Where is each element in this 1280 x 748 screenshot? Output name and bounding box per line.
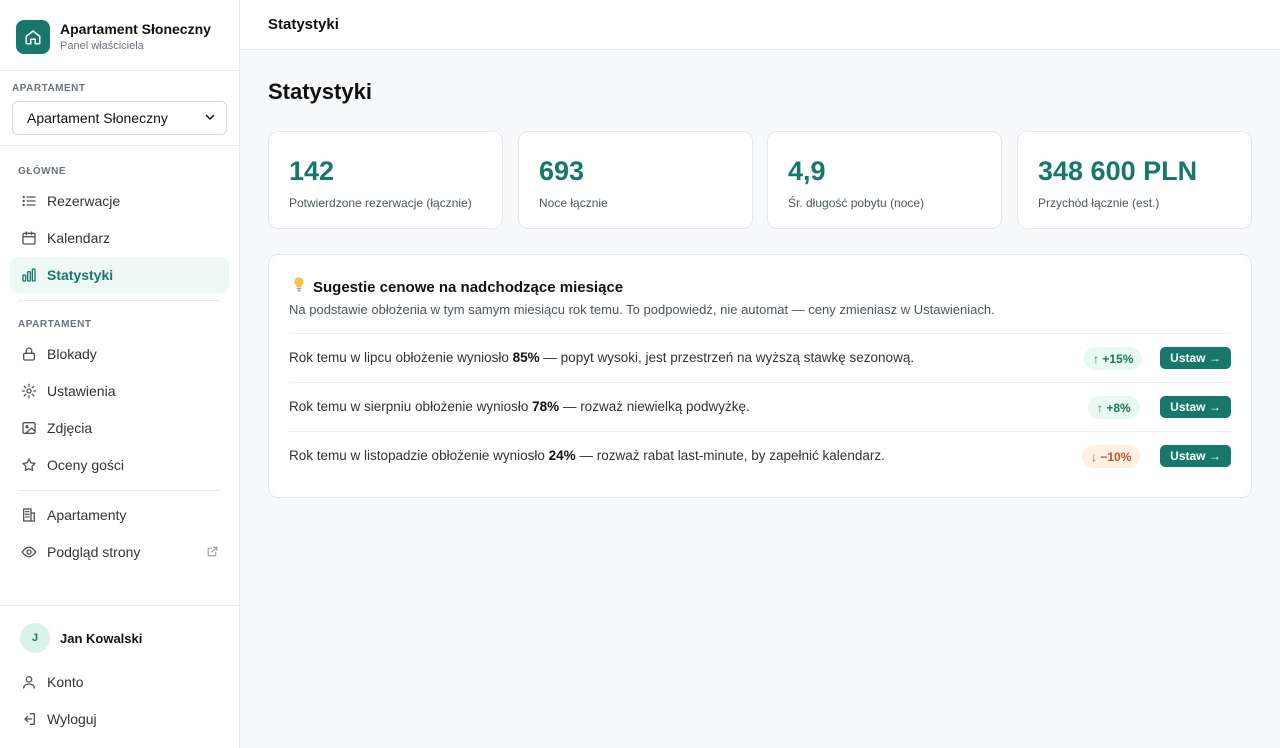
pricing-suggestions-panel: Sugestie cenowe na nadchodzące miesiące … — [268, 254, 1252, 498]
panel-title: Sugestie cenowe na nadchodzące miesiące — [313, 278, 624, 296]
sidebar-item-label: Podgląd strony — [47, 544, 141, 560]
stat-card-nights: 693 Noce łącznie — [518, 131, 753, 229]
stat-label: Potwierdzone rezerwacje (łącznie) — [289, 196, 472, 210]
suggestion-text: Rok temu w sierpniu obłożenie wyniosło 7… — [289, 399, 750, 414]
sidebar-item-label: Apartamenty — [47, 507, 127, 523]
divider — [0, 605, 239, 606]
stat-card-avg-stay: 4,9 Śr. długość pobytu (noce) — [767, 131, 1002, 229]
sidebar-item-label: Wyloguj — [47, 711, 97, 727]
set-price-button[interactable]: Ustaw → — [1160, 396, 1231, 418]
lock-icon — [20, 345, 38, 363]
sidebar-item-settings[interactable]: Ustawienia — [10, 373, 229, 409]
topbar-title: Statystyki — [268, 16, 339, 33]
sidebar-item-label: Ustawienia — [47, 383, 116, 399]
sidebar: Apartament Słoneczny Panel właściciela A… — [0, 0, 240, 748]
suggestion-suffix: — rozważ rabat last-minute, by zapełnić … — [579, 448, 885, 463]
suggestion-prefix: Rok temu w sierpniu obłożenie wyniosło — [289, 399, 529, 414]
brand[interactable]: Apartament Słoneczny Panel właściciela — [16, 20, 211, 54]
stat-value: 142 — [289, 156, 335, 186]
page-title: Statystyki — [268, 79, 372, 104]
lightbulb-icon — [291, 276, 307, 298]
home-icon — [16, 20, 50, 54]
building-icon — [20, 506, 38, 524]
occupancy-percent: 24% — [548, 448, 576, 463]
brand-title: Apartament Słoneczny — [60, 21, 211, 37]
change-badge-down: ↓ −10% — [1082, 445, 1141, 468]
sidebar-item-calendar[interactable]: Kalendarz — [10, 220, 229, 256]
sidebar-item-site-preview[interactable]: Podgląd strony — [10, 534, 229, 570]
external-link-icon — [206, 545, 219, 561]
suggestion-row: Rok temu w lipcu obłożenie wyniosło 85% … — [289, 333, 1231, 382]
sidebar-item-reservations[interactable]: Rezerwacje — [10, 183, 229, 219]
sidebar-item-label: Konto — [47, 674, 84, 690]
suggestion-text: Rok temu w lipcu obłożenie wyniosło 85% … — [289, 350, 914, 365]
image-icon — [20, 419, 38, 437]
suggestion-row: Rok temu w sierpniu obłożenie wyniosło 7… — [289, 382, 1231, 431]
occupancy-percent: 78% — [532, 399, 560, 414]
stat-value: 348 600 PLN — [1038, 156, 1198, 186]
set-price-button[interactable]: Ustaw → — [1160, 445, 1231, 467]
sidebar-item-photos[interactable]: Zdjęcia — [10, 410, 229, 446]
occupancy-percent: 85% — [512, 350, 540, 365]
apartment-select-value: Apartament Słoneczny — [27, 110, 168, 126]
stat-value: 4,9 — [788, 156, 826, 186]
sidebar-item-reviews[interactable]: Oceny gości — [10, 447, 229, 483]
suggestion-text: Rok temu w listopadzie obłożenie wyniosł… — [289, 448, 885, 463]
sidebar-item-label: Zdjęcia — [47, 420, 93, 436]
section-label-apartment: APARTAMENT — [18, 319, 92, 330]
set-price-button[interactable]: Ustaw → — [1160, 347, 1231, 369]
eye-icon — [20, 543, 38, 561]
user-icon — [20, 673, 38, 691]
logout-icon — [20, 710, 38, 728]
stat-value: 693 — [539, 156, 585, 186]
topbar: Statystyki — [240, 0, 1280, 50]
sidebar-item-blocks[interactable]: Blokady — [10, 336, 229, 372]
change-badge-up: ↑ +8% — [1088, 396, 1140, 419]
sidebar-item-label: Kalendarz — [47, 230, 111, 246]
sidebar-item-label: Rezerwacje — [47, 193, 121, 209]
suggestion-prefix: Rok temu w listopadzie obłożenie wyniosł… — [289, 448, 545, 463]
suggestion-prefix: Rok temu w lipcu obłożenie wyniosło — [289, 350, 509, 365]
avatar: J — [20, 623, 50, 653]
stat-label: Śr. długość pobytu (noce) — [788, 196, 925, 210]
section-label-main: GŁÓWNE — [18, 166, 66, 177]
sidebar-item-logout[interactable]: Wyloguj — [10, 701, 229, 737]
divider — [0, 145, 239, 146]
suggestion-row: Rok temu w listopadzie obłożenie wyniosł… — [289, 431, 1231, 480]
suggestion-suffix: — popyt wysoki, jest przestrzeń na wyższ… — [543, 350, 915, 365]
panel-subtitle: Na podstawie obłożenia w tym samym miesi… — [289, 302, 995, 317]
stat-card-revenue: 348 600 PLN Przychód łącznie (est.) — [1017, 131, 1252, 229]
sidebar-item-statistics[interactable]: Statystyki — [10, 257, 229, 293]
bar-chart-icon — [20, 266, 38, 284]
user-name: Jan Kowalski — [60, 630, 143, 646]
list-icon — [20, 192, 38, 210]
apartment-select[interactable]: Apartament Słoneczny — [12, 101, 227, 135]
divider — [0, 70, 239, 71]
divider — [18, 300, 221, 301]
calendar-icon — [20, 229, 38, 247]
brand-subtitle: Panel właściciela — [60, 40, 144, 52]
stat-label: Noce łącznie — [539, 196, 608, 210]
sidebar-item-label: Blokady — [47, 346, 97, 362]
suggestion-suffix: — rozważ niewielką podwyżkę. — [562, 399, 750, 414]
chevron-down-icon — [204, 110, 216, 126]
user-profile: J Jan Kowalski — [20, 623, 142, 653]
sidebar-item-label: Oceny gości — [47, 457, 125, 473]
divider — [18, 490, 221, 491]
stat-card-reservations: 142 Potwierdzone rezerwacje (łącznie) — [268, 131, 503, 229]
star-icon — [20, 456, 38, 474]
change-badge-up: ↑ +15% — [1084, 347, 1143, 370]
stat-label: Przychód łącznie (est.) — [1038, 196, 1160, 210]
gear-icon — [20, 382, 38, 400]
sidebar-item-apartments[interactable]: Apartamenty — [10, 497, 229, 533]
sidebar-item-account[interactable]: Konto — [10, 664, 229, 700]
apartment-select-label: APARTAMENT — [12, 83, 86, 94]
sidebar-item-label: Statystyki — [47, 267, 114, 283]
